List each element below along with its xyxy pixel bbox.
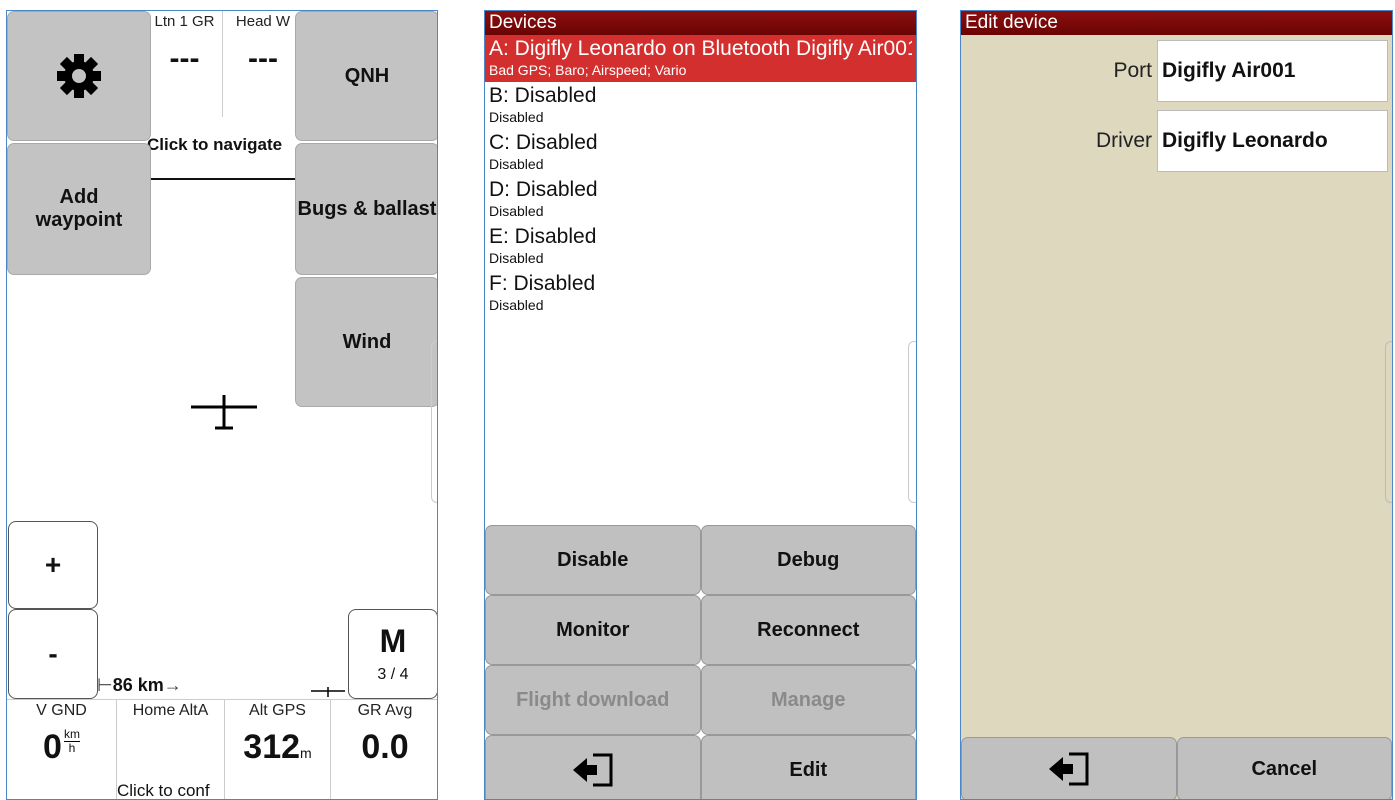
- device-item-e[interactable]: E: Disabled Disabled: [485, 223, 916, 270]
- glider-icon: [191, 395, 257, 430]
- infobox-title: Home AltA: [132, 702, 209, 719]
- port-row: Port Digifly Air001: [961, 40, 1392, 102]
- device-list: A: Digifly Leonardo on Bluetooth Digifly…: [485, 35, 916, 317]
- port-field[interactable]: Digifly Air001: [1157, 40, 1388, 102]
- scale-left-tick-icon: ⊢: [97, 675, 113, 695]
- zoom-out-button[interactable]: -: [8, 609, 98, 699]
- close-button[interactable]: [485, 735, 701, 799]
- flight-download-button[interactable]: Flight download: [485, 665, 701, 735]
- add-waypoint-label-1: Add: [59, 186, 99, 208]
- device-name: B: Disabled: [489, 84, 597, 107]
- device-name: E: Disabled: [489, 225, 597, 248]
- navigate-divider: [147, 178, 307, 180]
- edit-device-panel: Edit device Port Digifly Air001 Driver D…: [960, 10, 1393, 800]
- edit-device-title: Edit device: [961, 11, 1392, 35]
- device-status: Bad GPS; Baro; Airspeed; Vario: [489, 62, 687, 78]
- infobox-head-wind[interactable]: Head W ---: [223, 11, 303, 117]
- device-name: D: Disabled: [489, 178, 598, 201]
- device-item-b[interactable]: B: Disabled Disabled: [485, 82, 916, 129]
- manage-button[interactable]: Manage: [700, 665, 916, 735]
- unit-top: km: [63, 727, 80, 742]
- device-status: Disabled: [489, 109, 544, 125]
- device-name: F: Disabled: [489, 272, 596, 295]
- device-item-a[interactable]: A: Digifly Leonardo on Bluetooth Digifly…: [485, 35, 916, 82]
- infobox-alt-gps[interactable]: Alt GPS 312m: [225, 699, 331, 799]
- driver-field[interactable]: Digifly Leonardo: [1157, 110, 1388, 172]
- devices-title: Devices: [485, 11, 916, 35]
- disable-button[interactable]: Disable: [485, 525, 701, 595]
- map-scale: ⊢86 km→: [97, 675, 182, 696]
- bugs-ballast-button[interactable]: Bugs & ballast: [295, 143, 437, 275]
- edit-button-row: Cancel: [961, 737, 1392, 799]
- driver-label: Driver: [1096, 129, 1152, 152]
- infobox-title: Alt GPS: [249, 702, 306, 719]
- qnh-button[interactable]: QNH: [295, 11, 437, 141]
- infobox-value: 312m: [225, 728, 330, 767]
- infobox-ltn-gr[interactable]: Ltn 1 GR ---: [147, 11, 223, 117]
- infobox-note: Click to conf: [117, 781, 210, 800]
- side-drawer-handle[interactable]: [908, 341, 916, 503]
- alt-gps-value: 312: [243, 728, 301, 766]
- unit-bottom: h: [68, 741, 76, 755]
- scale-arrow-icon: →: [163, 675, 182, 695]
- mode-letter: M: [379, 623, 407, 659]
- device-status: Disabled: [489, 297, 544, 313]
- zoom-in-button[interactable]: +: [8, 521, 98, 609]
- infobox-gr-avg[interactable]: GR Avg 0.0: [331, 699, 437, 799]
- devices-panel: Devices A: Digifly Leonardo on Bluetooth…: [484, 10, 917, 800]
- v-gnd-value: 0: [43, 728, 62, 766]
- driver-row: Driver Digifly Leonardo: [961, 110, 1392, 172]
- infobox-value: 0.0: [361, 728, 409, 766]
- side-drawer-handle[interactable]: [431, 341, 437, 503]
- device-name: C: Disabled: [489, 131, 598, 154]
- infobox-title: Ltn 1 GR: [154, 13, 215, 30]
- map-panel: Ltn 1 GR --- Head W --- Click to navigat…: [6, 10, 438, 800]
- debug-button[interactable]: Debug: [700, 525, 916, 595]
- add-waypoint-label-2: waypoint: [35, 209, 123, 231]
- scale-value: 86 km: [112, 675, 164, 695]
- ok-button[interactable]: [961, 737, 1177, 799]
- monitor-button[interactable]: Monitor: [485, 595, 701, 665]
- add-waypoint-button[interactable]: Add waypoint: [7, 143, 151, 275]
- device-item-f[interactable]: F: Disabled Disabled: [485, 270, 916, 317]
- infobox-value: 0 km h: [7, 728, 116, 767]
- small-glider-icon: [311, 687, 345, 697]
- infobox-value: ---: [169, 42, 200, 75]
- device-status: Disabled: [489, 203, 544, 219]
- cancel-button[interactable]: Cancel: [1176, 737, 1392, 799]
- infobox-v-gnd[interactable]: V GND 0 km h: [7, 699, 117, 799]
- infobox-home-alta[interactable]: Home AltA Click to conf: [117, 699, 225, 800]
- reconnect-button[interactable]: Reconnect: [700, 595, 916, 665]
- alt-gps-unit: m: [300, 745, 312, 761]
- settings-button[interactable]: [7, 11, 151, 141]
- exit-icon: [1047, 751, 1091, 787]
- port-label: Port: [1113, 59, 1152, 82]
- infobox-value: ---: [248, 42, 278, 75]
- device-item-d[interactable]: D: Disabled Disabled: [485, 176, 916, 223]
- device-status: Disabled: [489, 250, 544, 266]
- devices-button-grid: Disable Debug Monitor Reconnect Flight d…: [485, 525, 916, 799]
- mode-page: 3 / 4: [377, 666, 409, 683]
- exit-icon: [571, 752, 615, 788]
- edit-button[interactable]: Edit: [700, 735, 916, 799]
- device-status: Disabled: [489, 156, 544, 172]
- side-drawer-handle[interactable]: [1385, 341, 1392, 503]
- mode-button[interactable]: M 3 / 4: [348, 609, 437, 699]
- device-item-c[interactable]: C: Disabled Disabled: [485, 129, 916, 176]
- infobox-title: Head W: [235, 13, 291, 30]
- infobox-title: V GND: [36, 702, 87, 719]
- device-name: A: Digifly Leonardo on Bluetooth Digifly…: [489, 37, 912, 60]
- gear-icon: [54, 51, 104, 101]
- wind-button[interactable]: Wind: [295, 277, 437, 407]
- navigate-text[interactable]: Click to navigate: [147, 135, 307, 155]
- infobox-title: GR Avg: [357, 702, 413, 719]
